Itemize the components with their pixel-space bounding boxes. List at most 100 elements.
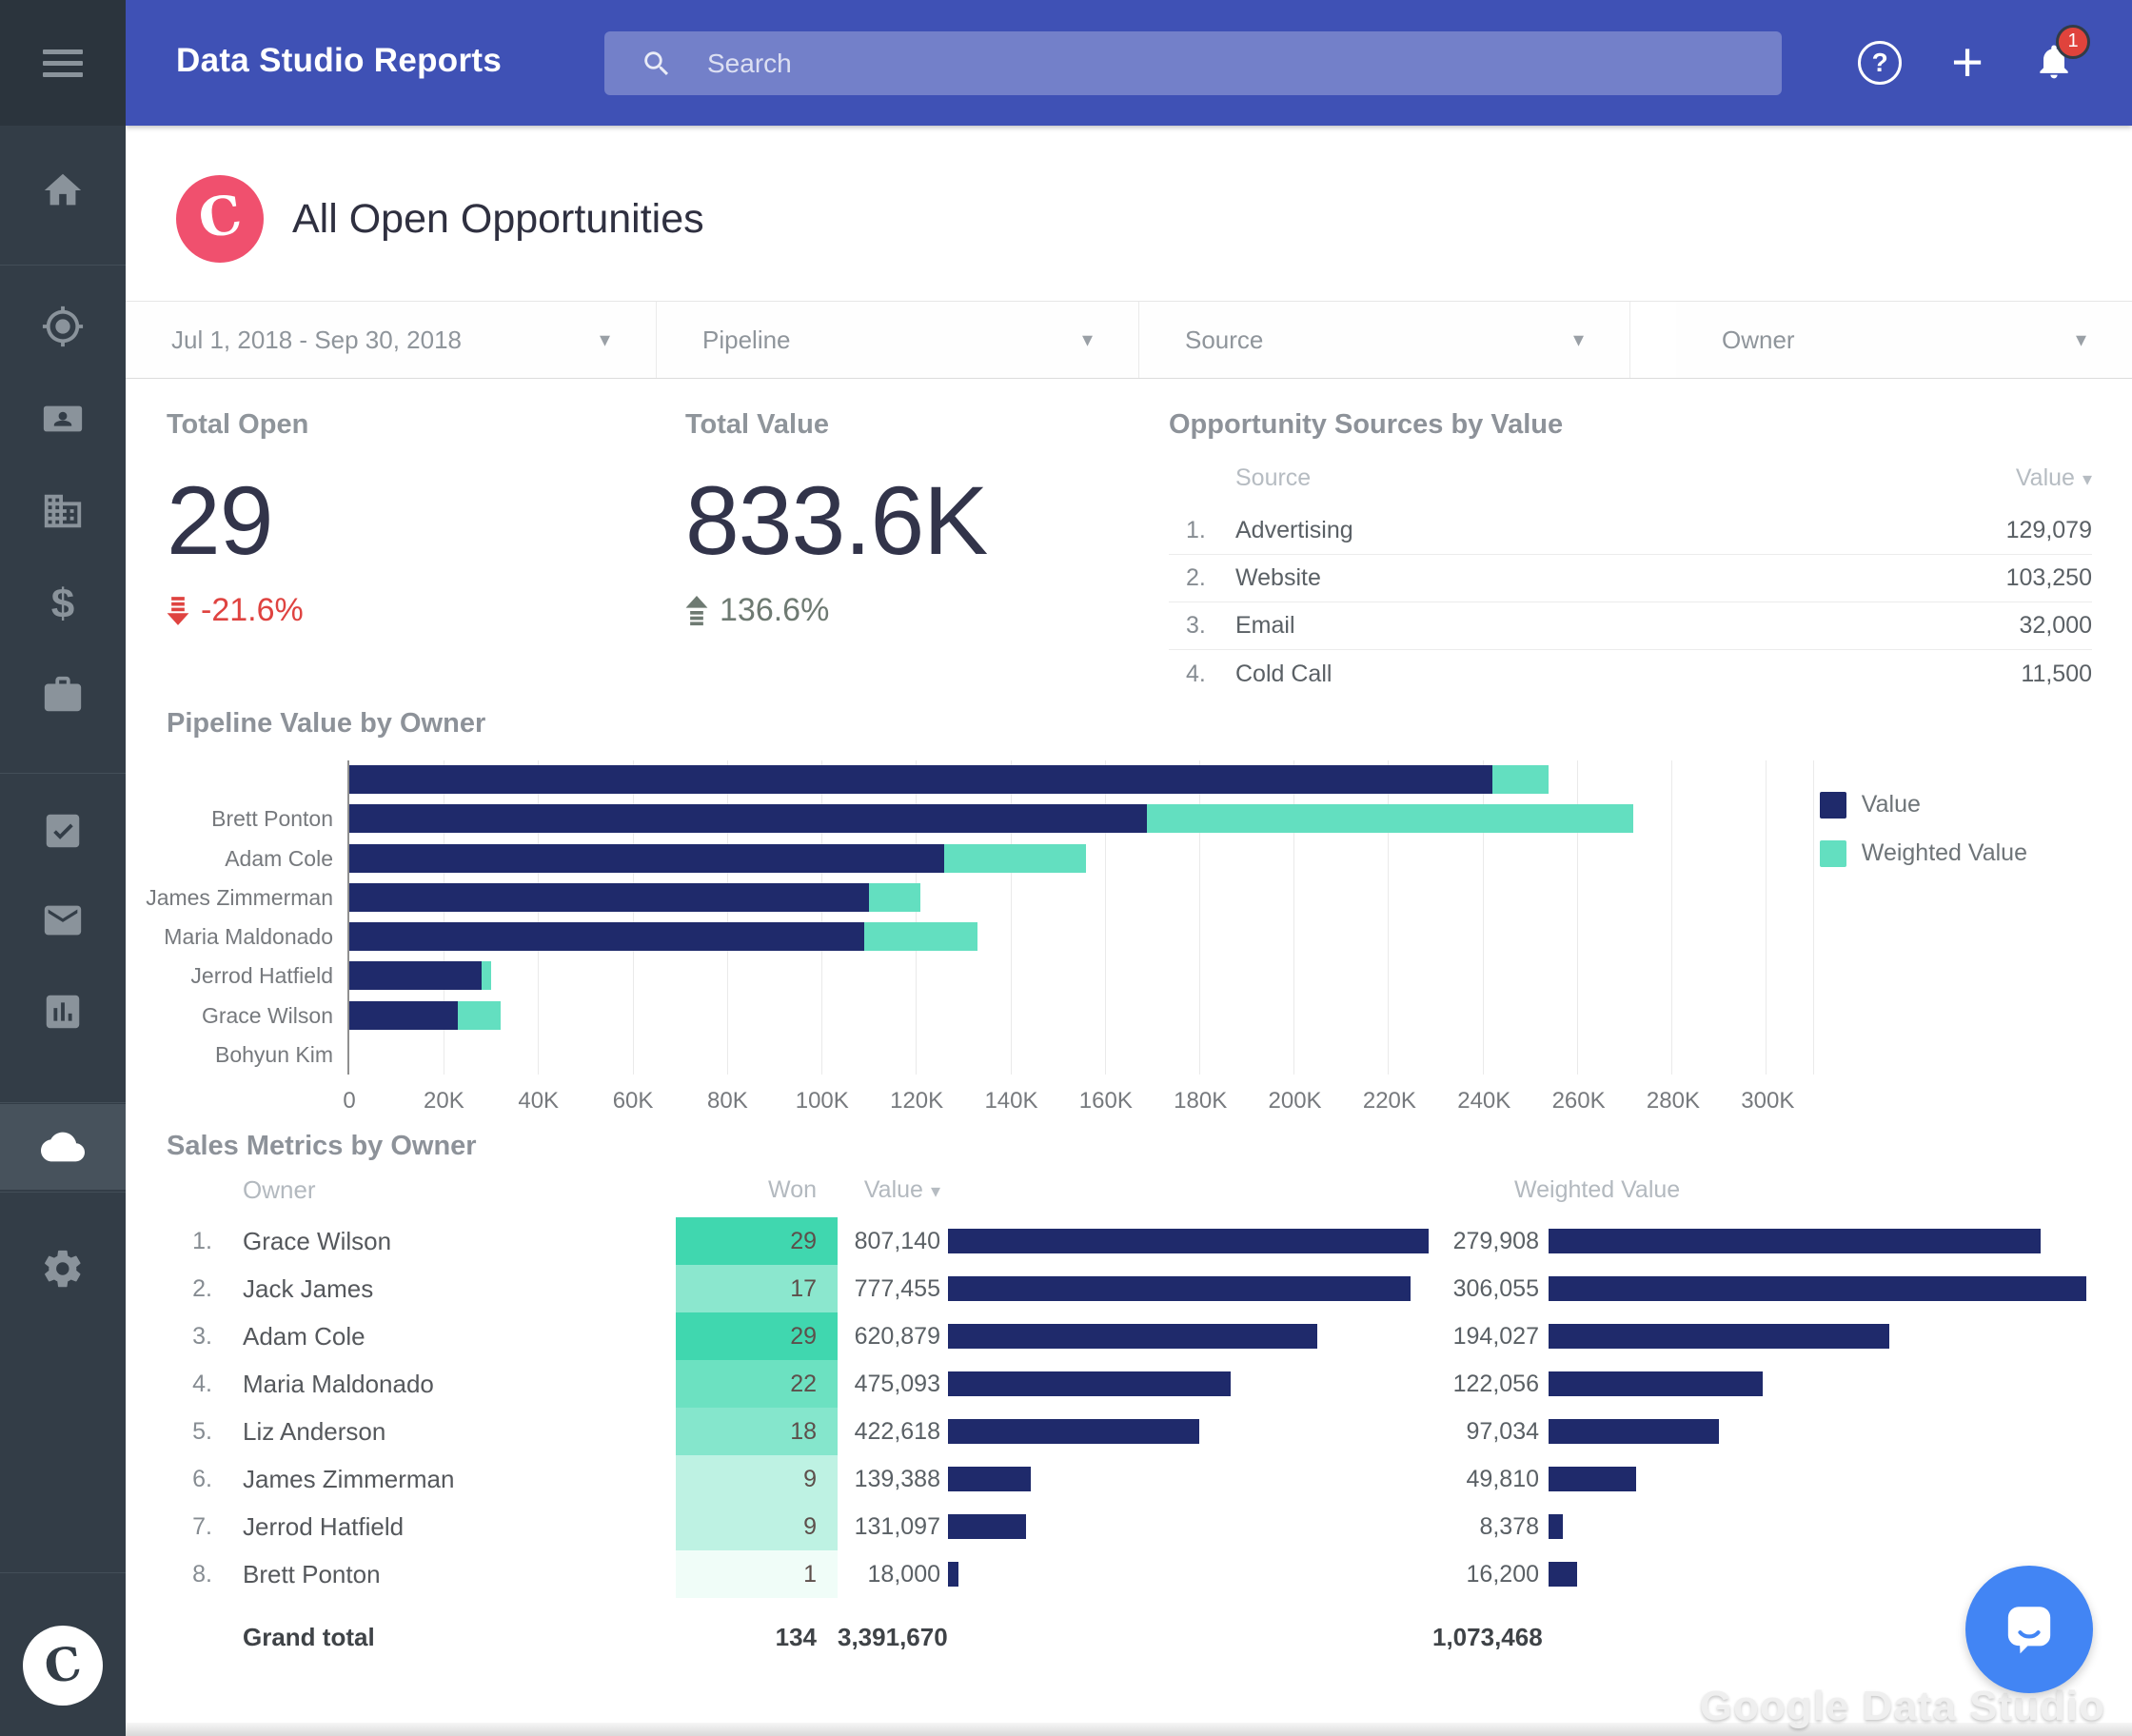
dollar-icon: $ bbox=[50, 581, 75, 627]
value-bar-segment[interactable] bbox=[349, 922, 864, 951]
filter-date-range[interactable]: Jul 1, 2018 - Sep 30, 2018 ▾ bbox=[126, 302, 657, 378]
value-number: 131,097 bbox=[854, 1512, 940, 1540]
sales-table-header: Owner Won Value ▾ Weighted Value bbox=[167, 1162, 2132, 1217]
sidebar-item-email[interactable] bbox=[0, 878, 126, 963]
sources-table-card: Opportunity Sources by Value Source Valu… bbox=[1169, 409, 2092, 698]
value-bar bbox=[948, 1514, 1027, 1539]
sidebar-item-settings[interactable] bbox=[0, 1226, 126, 1312]
weighted-value-number: 279,908 bbox=[1452, 1227, 1539, 1254]
chart-x-tick: 40K bbox=[518, 1088, 560, 1114]
sidebar-item-tasks[interactable] bbox=[0, 788, 126, 874]
sidebar-item-opportunities[interactable]: $ bbox=[0, 562, 126, 647]
chart-x-tick: 80K bbox=[707, 1088, 748, 1114]
sidebar-item-home[interactable] bbox=[0, 148, 126, 233]
copper-logo-icon: C bbox=[23, 1626, 103, 1706]
column-header-source[interactable]: Source bbox=[1235, 464, 1883, 492]
value-number: 18,000 bbox=[867, 1560, 940, 1588]
hamburger-menu-button[interactable] bbox=[0, 0, 126, 126]
won-heatmap-cell: 1 bbox=[676, 1550, 838, 1598]
chart-x-tick: 200K bbox=[1268, 1088, 1322, 1114]
owner-name: Adam Cole bbox=[243, 1321, 365, 1351]
weighted-bar-cell bbox=[1539, 1419, 2094, 1444]
column-header-value[interactable]: Value ▾ bbox=[1883, 464, 2092, 492]
table-row: 3. Email 32,000 bbox=[1169, 602, 2092, 650]
topbar: Data Studio Reports ? + 1 bbox=[126, 0, 2132, 126]
row-rank: 2. bbox=[192, 1274, 212, 1302]
search-input[interactable] bbox=[707, 48, 1782, 79]
sidebar-item-projects[interactable] bbox=[0, 652, 126, 738]
column-header-weighted-value[interactable]: Weighted Value bbox=[1514, 1176, 1680, 1204]
value-number: 777,455 bbox=[854, 1274, 940, 1302]
chart-bar-row bbox=[349, 1000, 1813, 1030]
column-header-owner[interactable]: Owner bbox=[226, 1175, 676, 1205]
value-bar-segment[interactable] bbox=[349, 765, 1492, 794]
row-rank: 5. bbox=[192, 1417, 212, 1445]
help-button[interactable]: ? bbox=[1858, 41, 1903, 85]
notifications-button[interactable]: 1 bbox=[2033, 24, 2090, 89]
value-bar-segment[interactable] bbox=[349, 1000, 459, 1030]
value-bar-cell bbox=[940, 1419, 1432, 1444]
weighted-value-number: 49,810 bbox=[1466, 1465, 1539, 1492]
sidebar-item-companies[interactable] bbox=[0, 468, 126, 554]
chart-x-tick: 220K bbox=[1362, 1088, 1416, 1114]
chart-x-tick: 300K bbox=[1741, 1088, 1795, 1114]
weighted-bar-segment[interactable] bbox=[944, 843, 1086, 873]
striped-arrow-down-icon bbox=[167, 596, 189, 625]
value-bar-segment[interactable] bbox=[349, 961, 482, 991]
chart-bar-row bbox=[349, 843, 1813, 873]
weighted-bar-segment[interactable] bbox=[1491, 765, 1550, 794]
weighted-value-bar bbox=[1549, 1514, 1564, 1539]
value-bar-cell bbox=[940, 1229, 1432, 1253]
value-bar-segment[interactable] bbox=[349, 882, 869, 912]
scorecard-label: Total Open bbox=[167, 409, 309, 440]
weighted-bar-segment[interactable] bbox=[1147, 804, 1634, 834]
value-number: 475,093 bbox=[854, 1370, 940, 1397]
weighted-value-number: 122,056 bbox=[1452, 1370, 1539, 1397]
value-number: 807,140 bbox=[854, 1227, 940, 1254]
search-box[interactable] bbox=[604, 31, 1782, 95]
filter-pipeline[interactable]: Pipeline ▾ bbox=[657, 302, 1139, 378]
row-rank: 3. bbox=[192, 1322, 212, 1350]
task-check-icon bbox=[46, 814, 80, 848]
owner-name: Grace Wilson bbox=[243, 1226, 392, 1255]
value-bar-segment[interactable] bbox=[349, 843, 945, 873]
chat-fab-button[interactable] bbox=[1965, 1566, 2093, 1693]
grand-total-won: 134 bbox=[775, 1622, 817, 1651]
value-bar-segment[interactable] bbox=[349, 804, 1148, 834]
column-header-value[interactable]: Value ▾ bbox=[838, 1176, 940, 1204]
sidebar-item-reports[interactable] bbox=[0, 969, 126, 1055]
sidebar-item-people[interactable] bbox=[0, 376, 126, 462]
value-number: 620,879 bbox=[854, 1322, 940, 1350]
hamburger-icon bbox=[43, 43, 83, 84]
filter-source[interactable]: Source ▾ bbox=[1139, 302, 1630, 378]
chart-y-label: Bohyun Kim bbox=[214, 1041, 333, 1067]
value-bar bbox=[948, 1371, 1232, 1396]
chart-x-tick: 160K bbox=[1078, 1088, 1133, 1114]
weighted-bar-segment[interactable] bbox=[868, 882, 921, 912]
column-header-won[interactable]: Won bbox=[676, 1176, 838, 1204]
won-heatmap-cell: 29 bbox=[676, 1217, 838, 1265]
filter-source-label: Source bbox=[1185, 325, 1264, 354]
filter-owner[interactable]: Owner ▾ bbox=[1676, 302, 2132, 378]
chat-bubble-icon bbox=[2007, 1607, 2051, 1654]
weighted-bar-segment[interactable] bbox=[863, 922, 977, 951]
weighted-bar-cell bbox=[1539, 1229, 2094, 1253]
scorecard-total-value: Total Value 833.6K 136.6% bbox=[685, 409, 988, 629]
weighted-value-bar bbox=[1549, 1229, 2041, 1253]
chart-x-tick: 120K bbox=[890, 1088, 944, 1114]
sources-table-header: Source Value ▾ bbox=[1169, 448, 2092, 507]
sidebar-item-leads[interactable] bbox=[0, 284, 126, 369]
weighted-bar-segment[interactable] bbox=[458, 1000, 501, 1030]
sales-table-body: 1. Grace Wilson 29 807,140 279,908 2. Jack Jam… bbox=[167, 1217, 2132, 1598]
weighted-bar-segment[interactable] bbox=[481, 961, 491, 991]
value-number: 139,388 bbox=[854, 1465, 940, 1492]
weighted-value-number: 194,027 bbox=[1452, 1322, 1539, 1350]
sidebar-item-data-studio[interactable] bbox=[0, 1104, 126, 1190]
striped-arrow-up-icon bbox=[685, 595, 708, 625]
chevron-down-icon: ▾ bbox=[1081, 327, 1093, 351]
source-value: 129,079 bbox=[2005, 517, 2092, 543]
sidebar-item-copper[interactable]: C bbox=[0, 1618, 126, 1713]
search-icon bbox=[644, 50, 669, 75]
add-button[interactable]: + bbox=[1951, 35, 1984, 90]
weighted-value-bar bbox=[1549, 1276, 2086, 1301]
